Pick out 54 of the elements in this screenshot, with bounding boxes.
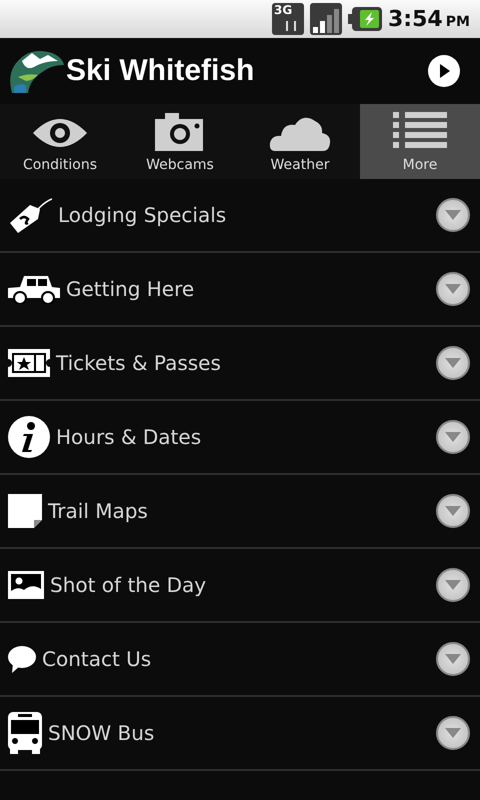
menu-label: Tickets & Passes: [56, 351, 222, 375]
menu-row[interactable]: Trail Maps: [0, 475, 480, 549]
caret-icon: [445, 654, 461, 664]
signal-icon: [310, 3, 342, 35]
ticket-icon: [8, 349, 50, 377]
menu-label: Contact Us: [42, 647, 152, 671]
expand-button[interactable]: [436, 272, 470, 306]
expand-button[interactable]: [436, 716, 470, 750]
menu-label: Getting Here: [66, 277, 196, 301]
menu-label: Shot of the Day: [50, 573, 208, 597]
clock-meridiem: PM: [446, 14, 470, 30]
expand-button[interactable]: [436, 494, 470, 528]
expand-button[interactable]: [436, 642, 470, 676]
clock-time: 3:54: [388, 6, 443, 32]
price-tag-icon: [8, 197, 52, 233]
play-icon: [438, 64, 450, 78]
menu-label: Trail Maps: [48, 499, 149, 523]
caret-icon: [445, 506, 461, 516]
menu-row[interactable]: Contact Us: [0, 623, 480, 697]
menu-row[interactable]: Lodging Specials: [0, 179, 480, 253]
nav-tab[interactable]: Weather: [240, 104, 360, 179]
caret-icon: [445, 284, 461, 294]
network-type-icon: 3G: [272, 3, 304, 35]
info-icon: [8, 416, 50, 458]
expand-button[interactable]: [436, 420, 470, 454]
menu-row[interactable]: Hours & Dates: [0, 401, 480, 475]
menu-row[interactable]: Shot of the Day: [0, 549, 480, 623]
play-button[interactable]: [428, 55, 460, 87]
menu-row[interactable]: Tickets & Passes: [0, 327, 480, 401]
camera-icon: [155, 113, 205, 151]
image-icon: [8, 571, 44, 599]
caret-icon: [445, 210, 461, 220]
car-icon: [8, 274, 60, 304]
expand-button[interactable]: [436, 198, 470, 232]
nav-tab[interactable]: More: [360, 104, 480, 179]
caret-icon: [445, 580, 461, 590]
menu-label: Hours & Dates: [56, 425, 202, 449]
list-icon: [393, 111, 447, 151]
caret-icon: [445, 728, 461, 738]
menu-label: SNOW Bus: [48, 721, 156, 745]
nav-tab[interactable]: Conditions: [0, 104, 120, 179]
caret-icon: [445, 358, 461, 368]
battery-icon: [348, 7, 382, 31]
caret-icon: [445, 432, 461, 442]
nav-tab[interactable]: Webcams: [120, 104, 240, 179]
expand-button[interactable]: [436, 346, 470, 380]
app-title: Ski Whitefish: [66, 54, 256, 88]
expand-button[interactable]: [436, 568, 470, 602]
menu-row[interactable]: SNOW Bus: [0, 697, 480, 771]
menu-label: Lodging Specials: [58, 203, 228, 227]
menu-row[interactable]: Getting Here: [0, 253, 480, 327]
speech-bubble-icon: [8, 645, 36, 673]
bus-icon: [8, 712, 42, 754]
page-icon: [8, 494, 42, 528]
